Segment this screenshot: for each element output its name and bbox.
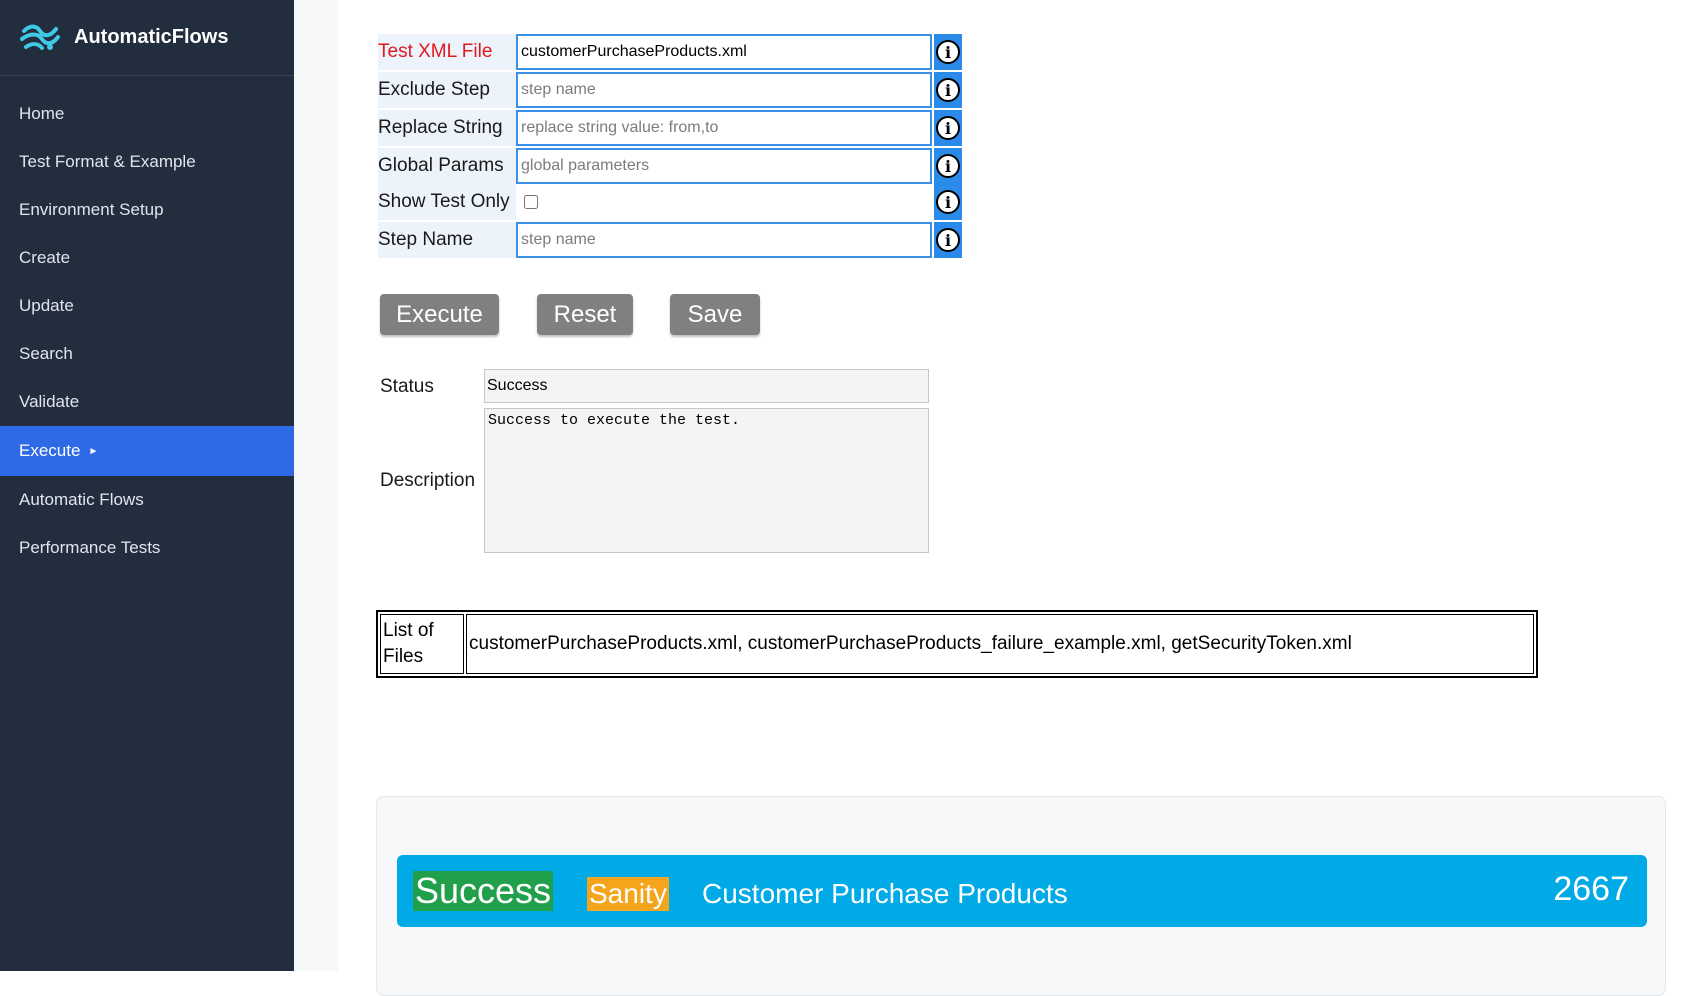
sidebar-nav: Home Test Format & Example Environment S… bbox=[0, 76, 294, 572]
info-icon: i bbox=[936, 78, 960, 102]
sidebar: AutomaticFlows Home Test Format & Exampl… bbox=[0, 0, 294, 971]
sidebar-item-label: Update bbox=[19, 296, 74, 315]
info-button[interactable]: i bbox=[934, 72, 962, 108]
caret-right-icon: ► bbox=[88, 445, 99, 457]
sidebar-item-label: Test Format & Example bbox=[19, 152, 196, 171]
sidebar-item-automatic-flows[interactable]: Automatic Flows bbox=[0, 476, 294, 524]
exclude-step-label: Exclude Step bbox=[378, 72, 516, 108]
save-button[interactable]: Save bbox=[670, 294, 760, 335]
info-icon: i bbox=[936, 40, 960, 64]
sidebar-item-label: Home bbox=[19, 104, 65, 123]
info-icon: i bbox=[936, 190, 960, 214]
brand[interactable]: AutomaticFlows bbox=[0, 0, 294, 76]
logo-icon bbox=[20, 24, 60, 50]
show-test-only-label: Show Test Only bbox=[378, 184, 516, 220]
summary-title: Customer Purchase Products bbox=[702, 878, 1068, 909]
test-xml-file-input[interactable] bbox=[516, 34, 932, 70]
sidebar-item-label: Performance Tests bbox=[19, 538, 161, 557]
files-value-cell: customerPurchaseProducts.xml, customerPu… bbox=[466, 614, 1534, 674]
info-button[interactable]: i bbox=[934, 184, 962, 220]
sidebar-item-test-format[interactable]: Test Format & Example bbox=[0, 138, 294, 186]
info-button[interactable]: i bbox=[934, 34, 962, 70]
sidebar-item-execute[interactable]: Execute ► bbox=[0, 426, 294, 476]
exclude-step-input[interactable] bbox=[516, 72, 932, 108]
show-test-only-checkbox[interactable] bbox=[524, 195, 538, 209]
step-name-input[interactable] bbox=[516, 222, 932, 258]
files-table: List of Files customerPurchaseProducts.x… bbox=[376, 610, 1538, 678]
sidebar-item-home[interactable]: Home bbox=[0, 90, 294, 138]
tag-badge: Sanity bbox=[587, 877, 669, 911]
brand-name: AutomaticFlows bbox=[74, 26, 229, 48]
checkbox-row bbox=[516, 184, 934, 220]
global-params-input[interactable] bbox=[516, 148, 932, 184]
status-badge: Success bbox=[413, 870, 554, 911]
global-params-label: Global Params bbox=[378, 148, 516, 184]
files-header-cell: List of Files bbox=[380, 614, 464, 674]
sidebar-item-environment-setup[interactable]: Environment Setup bbox=[0, 186, 294, 234]
sidebar-item-label: Validate bbox=[19, 392, 80, 411]
summary-card: Success Sanity Customer Purchase Product… bbox=[376, 796, 1666, 996]
sidebar-item-validate[interactable]: Validate bbox=[0, 378, 294, 426]
sidebar-item-label: Create bbox=[19, 248, 71, 267]
content-gutter bbox=[294, 0, 338, 971]
execute-button[interactable]: Execute bbox=[380, 294, 499, 335]
table-row: List of Files customerPurchaseProducts.x… bbox=[380, 614, 1534, 674]
sidebar-item-search[interactable]: Search bbox=[0, 330, 294, 378]
sidebar-item-create[interactable]: Create bbox=[0, 234, 294, 282]
test-xml-file-label: Test XML File bbox=[378, 34, 516, 70]
sidebar-item-label: Execute bbox=[19, 441, 81, 460]
sidebar-item-update[interactable]: Update bbox=[0, 282, 294, 330]
description-textarea[interactable]: Success to execute the test. bbox=[484, 408, 929, 553]
sidebar-item-label: Environment Setup bbox=[19, 200, 164, 219]
step-name-label: Step Name bbox=[378, 222, 516, 258]
sidebar-item-label: Search bbox=[19, 344, 73, 363]
status-field bbox=[484, 369, 929, 403]
info-icon: i bbox=[936, 154, 960, 178]
sidebar-item-performance-tests[interactable]: Performance Tests bbox=[0, 524, 294, 572]
summary-count: 2667 bbox=[1553, 870, 1629, 908]
replace-string-label: Replace String bbox=[378, 110, 516, 146]
info-icon: i bbox=[936, 228, 960, 252]
info-button[interactable]: i bbox=[934, 148, 962, 184]
status-label: Status bbox=[380, 376, 434, 397]
replace-string-input[interactable] bbox=[516, 110, 932, 146]
sidebar-item-label: Automatic Flows bbox=[19, 490, 144, 509]
info-button[interactable]: i bbox=[934, 222, 962, 258]
info-button[interactable]: i bbox=[934, 110, 962, 146]
info-icon: i bbox=[936, 116, 960, 140]
reset-button[interactable]: Reset bbox=[537, 294, 633, 335]
description-label: Description bbox=[380, 470, 476, 491]
summary-banner[interactable]: Success Sanity Customer Purchase Product… bbox=[397, 855, 1647, 927]
